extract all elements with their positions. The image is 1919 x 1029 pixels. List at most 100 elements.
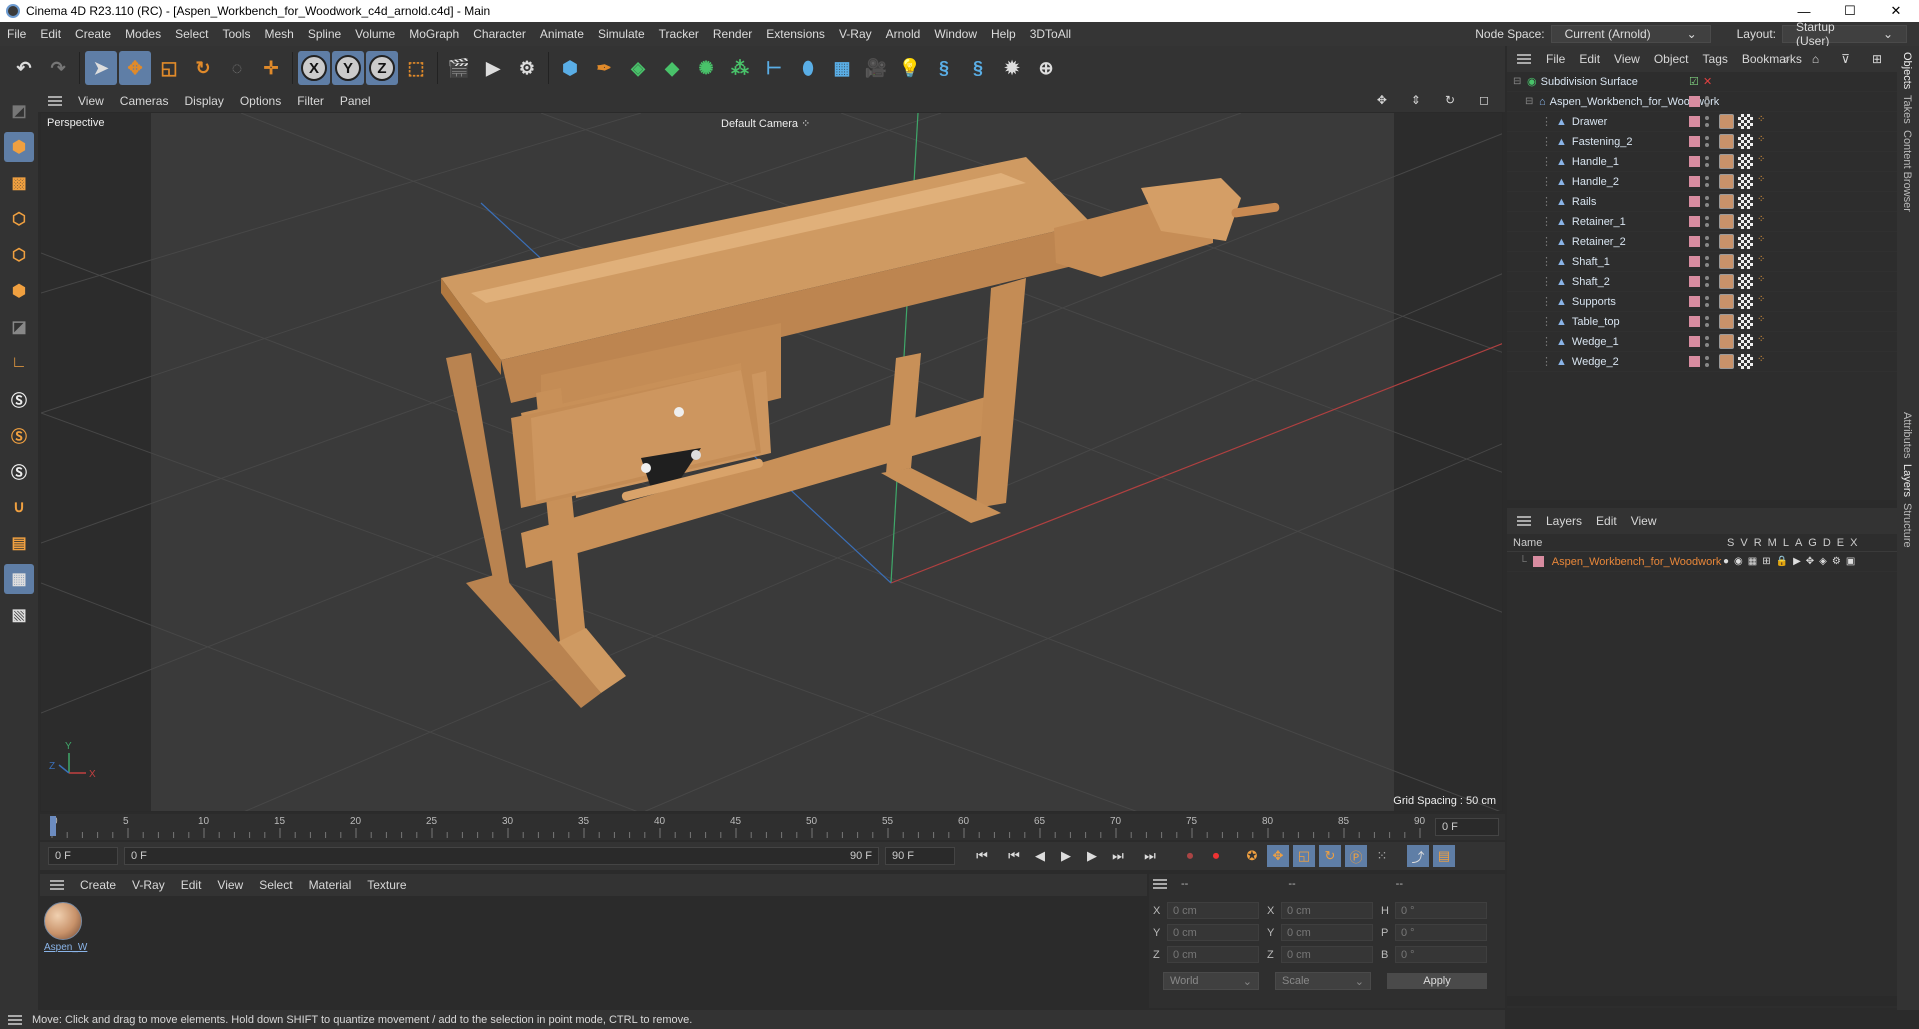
pen-spline-button[interactable]: ✒: [588, 51, 620, 85]
material-tag-icon[interactable]: [1719, 334, 1734, 349]
render-picture-viewer-button[interactable]: ▶: [477, 51, 509, 85]
viewport-menu-cameras[interactable]: Cameras: [112, 94, 177, 108]
recent-tool-button[interactable]: ◌: [221, 51, 253, 85]
layer-color-swatch[interactable]: [1689, 236, 1700, 247]
tree-row-object[interactable]: ⋮ ▲ Supports ⁘: [1507, 292, 1897, 312]
node-space-dropdown[interactable]: Current (Arnold) ⌄: [1550, 25, 1711, 43]
material-swatch[interactable]: Aspen_W: [44, 902, 87, 956]
visibility-dots[interactable]: [1705, 336, 1709, 347]
dolly-icon[interactable]: ⇕: [1403, 93, 1429, 107]
layer-color-swatch[interactable]: [1689, 156, 1700, 167]
playhead[interactable]: [50, 816, 56, 836]
points-mode-button[interactable]: ⬡: [4, 204, 34, 234]
frame-range-slider[interactable]: 0 F 90 F: [124, 847, 879, 865]
texture-tag-icon[interactable]: ⁘: [1757, 134, 1765, 149]
layer-color-swatch[interactable]: [1689, 136, 1700, 147]
menu-tools[interactable]: Tools: [215, 27, 257, 41]
close-button[interactable]: ✕: [1873, 0, 1919, 22]
current-frame-field[interactable]: 0 F: [1435, 818, 1499, 836]
tab-objects[interactable]: Objects: [1901, 52, 1913, 89]
checker-tag-icon[interactable]: [1738, 114, 1753, 129]
size-x-input[interactable]: 0 cm: [1281, 902, 1373, 919]
hamburger-icon[interactable]: [1153, 879, 1167, 889]
hamburger-icon[interactable]: [50, 880, 64, 890]
menu-volume[interactable]: Volume: [348, 27, 402, 41]
rotate-tool-button[interactable]: ↻: [187, 51, 219, 85]
generator-icon[interactable]: ✥: [1806, 556, 1814, 567]
texture-mode-button[interactable]: ▩: [4, 168, 34, 198]
collapse-icon[interactable]: ⊟: [1525, 96, 1535, 107]
texture-tag-icon[interactable]: ⁘: [1757, 174, 1765, 189]
menu-select[interactable]: Select: [168, 27, 215, 41]
scale-key-button[interactable]: ◱: [1293, 845, 1315, 867]
material-tag-icon[interactable]: [1719, 354, 1734, 369]
snap-settings-button[interactable]: Ⓢ: [4, 420, 34, 450]
layers-menu-layers[interactable]: Layers: [1539, 514, 1589, 528]
camera-button[interactable]: 🎥: [860, 51, 892, 85]
redo-button[interactable]: ↷: [42, 51, 74, 85]
material-tag-icon[interactable]: [1719, 114, 1734, 129]
visibility-dots[interactable]: [1705, 116, 1709, 127]
layer-color-swatch[interactable]: [1689, 336, 1700, 347]
parameter-key-button[interactable]: Ⓟ: [1345, 845, 1367, 867]
menu-modes[interactable]: Modes: [118, 27, 168, 41]
previous-frame-button[interactable]: ◀: [1029, 845, 1051, 867]
checker-tag-icon[interactable]: [1738, 194, 1753, 209]
edges-mode-button[interactable]: ⬡: [4, 240, 34, 270]
xref-icon[interactable]: ▣: [1846, 556, 1855, 567]
layer-color-swatch[interactable]: [1689, 216, 1700, 227]
keyframe-selection-button[interactable]: ✪: [1241, 845, 1263, 867]
cloner-button[interactable]: ✺: [690, 51, 722, 85]
menu-window[interactable]: Window: [927, 27, 984, 41]
layers-menu-view[interactable]: View: [1624, 514, 1664, 528]
orbit-icon[interactable]: ↻: [1437, 93, 1463, 107]
texture-tag-icon[interactable]: ⁘: [1757, 114, 1765, 129]
hamburger-icon[interactable]: [1517, 54, 1531, 64]
rotation-p-input[interactable]: 0 °: [1395, 924, 1487, 941]
undo-button[interactable]: ↶: [8, 51, 40, 85]
visibility-dots[interactable]: [1705, 236, 1709, 247]
visibility-dots[interactable]: [1705, 176, 1709, 187]
x-axis-button[interactable]: X: [298, 51, 330, 85]
hamburger-icon[interactable]: [48, 96, 62, 106]
material-menu-edit[interactable]: Edit: [173, 878, 210, 892]
layer-color-swatch[interactable]: [1532, 556, 1544, 567]
home-icon[interactable]: ⌂: [1805, 52, 1826, 67]
extrude-button[interactable]: ◆: [656, 51, 688, 85]
material-tag-icon[interactable]: [1719, 234, 1734, 249]
layer-color-swatch[interactable]: [1689, 356, 1700, 367]
visibility-dots[interactable]: [1705, 136, 1709, 147]
autokey-button[interactable]: ⏺: [1205, 845, 1227, 867]
texture-tag-icon[interactable]: ⁘: [1757, 334, 1765, 349]
tree-row-object[interactable]: ⋮ ▲ Drawer ⁘: [1507, 112, 1897, 132]
render-icon[interactable]: ▦: [1748, 556, 1757, 567]
menu-extensions[interactable]: Extensions: [759, 27, 832, 41]
size-y-input[interactable]: 0 cm: [1281, 924, 1373, 941]
texture-tag-icon[interactable]: ⁘: [1757, 354, 1765, 369]
collapse-icon[interactable]: ⊟: [1513, 76, 1523, 87]
menu-simulate[interactable]: Simulate: [591, 27, 652, 41]
render-view-button[interactable]: 🎬: [443, 51, 475, 85]
menu-mograph[interactable]: MoGraph: [402, 27, 466, 41]
menu-arnold[interactable]: Arnold: [879, 27, 928, 41]
deformer-button[interactable]: ⊢: [758, 51, 790, 85]
manager-icon[interactable]: ⊞: [1762, 556, 1770, 567]
size-z-input[interactable]: 0 cm: [1281, 946, 1373, 963]
material-tag-icon[interactable]: [1719, 154, 1734, 169]
viewport-menu-view[interactable]: View: [70, 94, 112, 108]
transform-tool-button[interactable]: ✛: [255, 51, 287, 85]
object-menu-file[interactable]: File: [1539, 52, 1572, 66]
previous-key-button[interactable]: ⏮: [1003, 845, 1025, 867]
tree-row-object[interactable]: ⋮ ▲ Retainer_1 ⁘: [1507, 212, 1897, 232]
camera-label[interactable]: Default Camera ⁘: [721, 117, 810, 130]
material-menu-vray[interactable]: V-Ray: [124, 878, 173, 892]
coord-mode-dropdown[interactable]: World ⌄: [1163, 972, 1259, 990]
cube-button[interactable]: ⬢: [554, 51, 586, 85]
texture-tag-icon[interactable]: ⁘: [1757, 294, 1765, 309]
object-menu-view[interactable]: View: [1607, 52, 1647, 66]
viewport-menu-filter[interactable]: Filter: [289, 94, 332, 108]
layer-row[interactable]: └ Aspen_Workbench_for_Woodwork ● ◉ ▦ ⊞ 🔒…: [1507, 552, 1897, 572]
visibility-dots[interactable]: [1705, 256, 1709, 267]
menu-tracker[interactable]: Tracker: [652, 27, 706, 41]
layer-color-swatch[interactable]: [1689, 256, 1700, 267]
